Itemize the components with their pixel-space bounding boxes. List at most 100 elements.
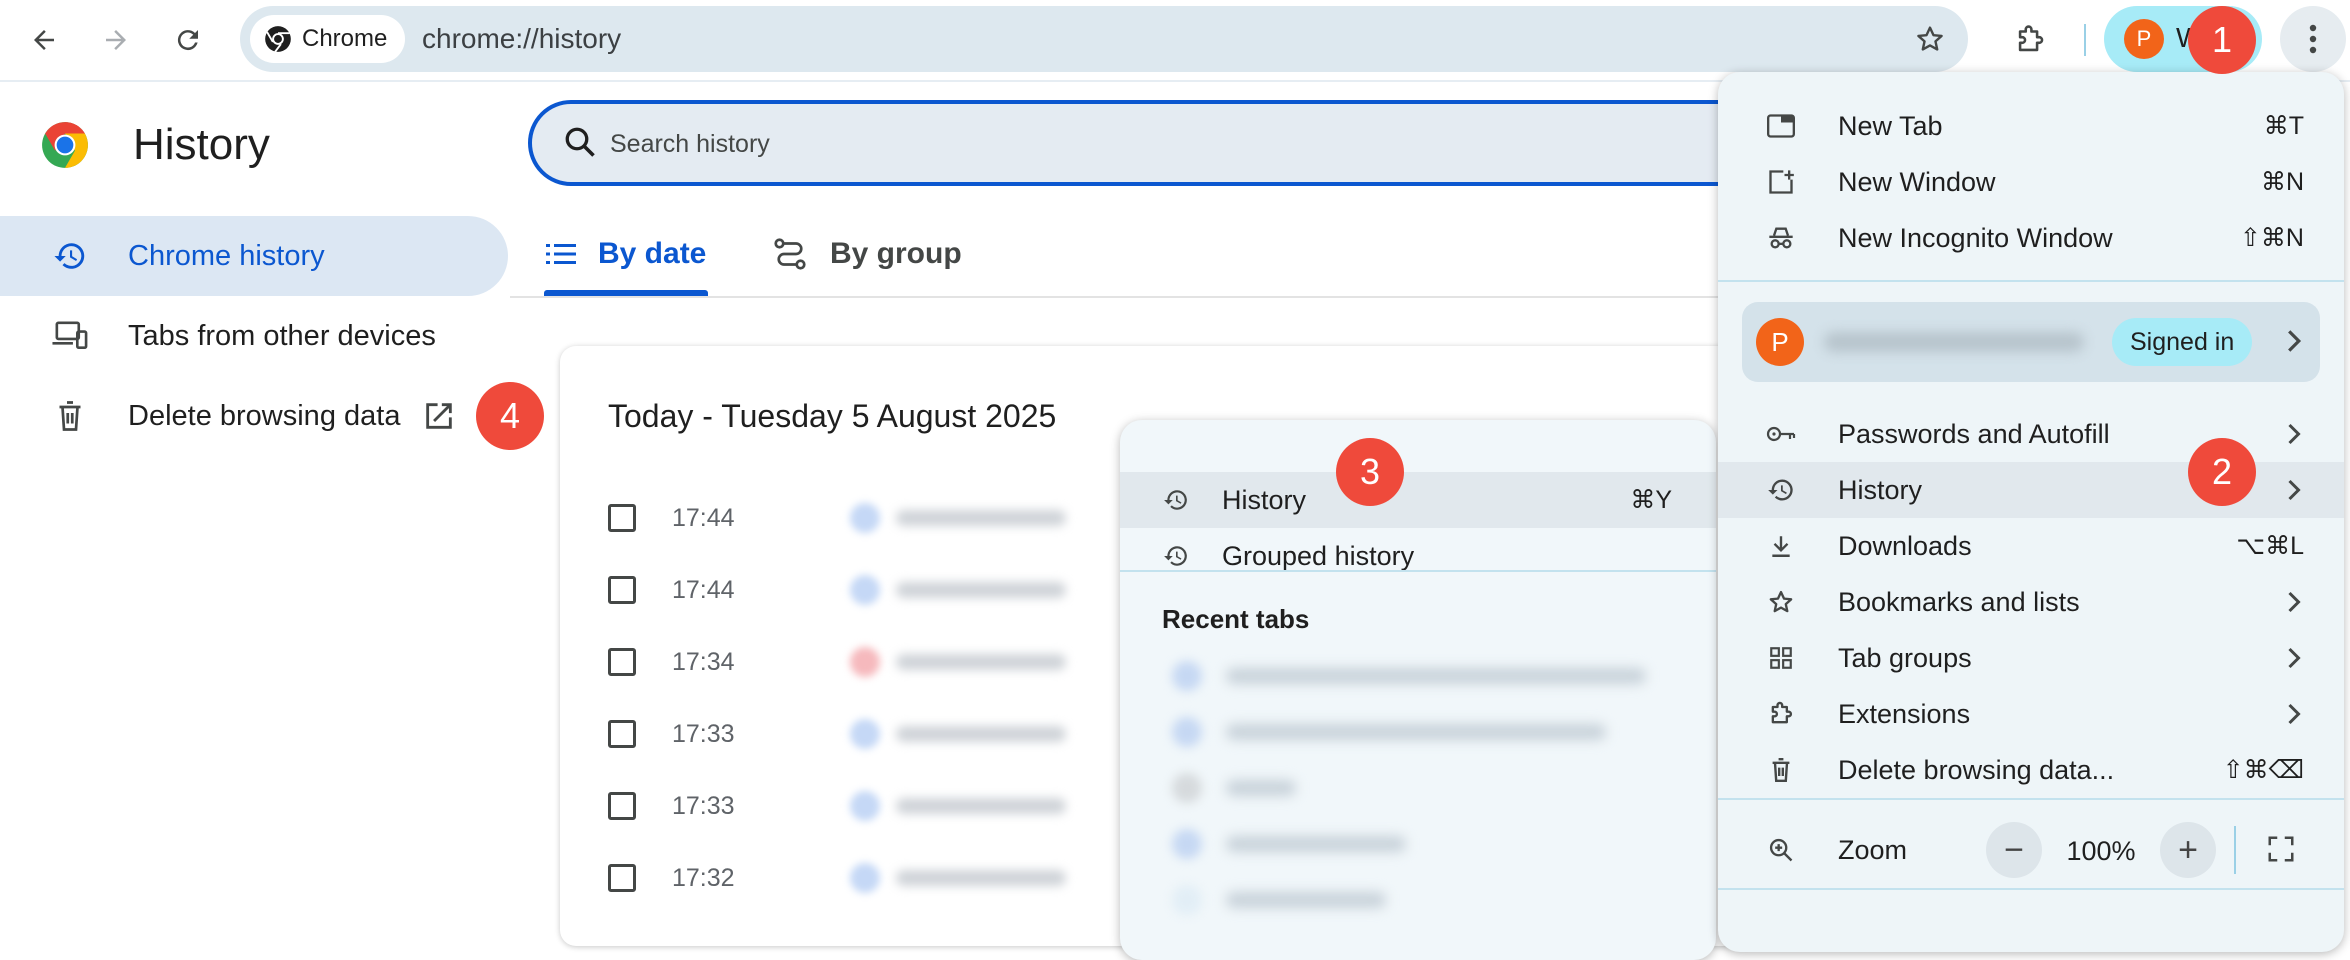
recent-tab-item[interactable] — [1172, 820, 1672, 868]
zoom-level: 100% — [2066, 836, 2136, 866]
chevron-right-icon — [2286, 590, 2302, 614]
menu-item-label: Downloads — [1838, 530, 1972, 561]
step-badge-4: 4 — [476, 382, 544, 450]
address-bar[interactable]: Chrome chrome://history — [240, 6, 1968, 72]
recent-tab-item[interactable] — [1172, 764, 1672, 812]
menu-item-tab-groups[interactable]: Tab groups — [1718, 630, 2344, 686]
recent-tabs-heading: Recent tabs — [1162, 604, 1310, 634]
url-text[interactable]: chrome://history — [422, 6, 621, 72]
toolbar-separator — [2084, 24, 2086, 56]
menu-item-label: New Window — [1838, 166, 1996, 197]
page-title-redacted — [896, 510, 1066, 526]
site-favicon — [850, 647, 880, 677]
menu-item-new-window[interactable]: New Window ⌘N — [1718, 154, 2344, 210]
menu-item-extensions[interactable]: Extensions — [1718, 686, 2344, 742]
profile-avatar: P — [2124, 19, 2164, 59]
reload-icon — [177, 30, 198, 51]
submenu-item-grouped-history[interactable]: Grouped history — [1120, 528, 1716, 584]
forward-button[interactable] — [90, 14, 142, 66]
submenu-item-history[interactable]: History ⌘Y — [1120, 472, 1716, 528]
search-input[interactable] — [608, 104, 1712, 184]
site-favicon — [850, 575, 880, 605]
menu-item-new-incognito-window[interactable]: New Incognito Window ⇧⌘N — [1718, 210, 2344, 266]
bookmark-star-button[interactable] — [1906, 15, 1954, 63]
recent-tab-item[interactable] — [1172, 708, 1672, 756]
submenu-item-label: History — [1222, 484, 1307, 515]
history-date-heading: Today - Tuesday 5 August 2025 — [608, 398, 1057, 434]
page-title: History — [133, 120, 270, 169]
zoom-label: Zoom — [1838, 834, 1908, 865]
trash-icon — [1764, 753, 1798, 787]
submenu-divider — [1120, 570, 1716, 572]
history-row[interactable]: 17:33 — [608, 770, 1066, 842]
zoom-out-button[interactable]: − — [1986, 822, 2042, 878]
menu-divider — [1718, 280, 2344, 282]
page-title-redacted — [896, 726, 1066, 742]
new-tab-icon — [1764, 109, 1798, 143]
page-title-redacted — [896, 654, 1066, 670]
extensions-button[interactable] — [2004, 14, 2056, 66]
puzzle-icon — [1764, 697, 1798, 731]
row-checkbox[interactable] — [608, 576, 636, 604]
shortcut-label: ⌘Y — [1630, 486, 1672, 514]
menu-divider — [1718, 798, 2344, 800]
site-favicon — [850, 863, 880, 893]
visit-time: 17:44 — [672, 503, 735, 532]
menu-item-label: New Incognito Window — [1838, 222, 2113, 253]
menu-item-label: New Tab — [1838, 110, 1943, 141]
list-icon — [546, 242, 576, 266]
menu-item-downloads[interactable]: Downloads ⌥⌘L — [1718, 518, 2344, 574]
search-box[interactable] — [528, 100, 1828, 186]
chrome-menu-button[interactable] — [2280, 6, 2346, 72]
back-arrow-icon — [34, 30, 54, 50]
sidebar-item-chrome-history[interactable]: Chrome history — [0, 216, 508, 296]
row-checkbox[interactable] — [608, 720, 636, 748]
history-row[interactable]: 17:44 — [608, 554, 1066, 626]
recent-tab-item[interactable] — [1172, 876, 1672, 924]
sidebar-item-label: Chrome history — [128, 239, 325, 272]
history-row[interactable]: 17:44 — [608, 482, 1066, 554]
history-row[interactable]: 17:33 — [608, 698, 1066, 770]
search-icon — [562, 124, 598, 160]
visit-time: 17:33 — [672, 791, 735, 820]
history-row[interactable]: 17:32 — [608, 842, 1066, 914]
menu-item-label: Delete browsing data... — [1838, 754, 2115, 785]
site-chip-label: Chrome — [302, 25, 388, 52]
zoom-in-button[interactable]: + — [2160, 822, 2216, 878]
history-icon — [48, 234, 92, 278]
site-chip[interactable]: Chrome — [250, 15, 406, 63]
row-checkbox[interactable] — [608, 648, 636, 676]
page-title-redacted — [896, 582, 1066, 598]
menu-profile-card[interactable]: P Signed in — [1742, 302, 2320, 382]
reload-button[interactable] — [162, 14, 214, 66]
devices-icon — [48, 314, 92, 358]
history-row[interactable]: 17:34 — [608, 626, 1066, 698]
menu-item-label: Extensions — [1838, 698, 1971, 729]
back-button[interactable] — [18, 14, 70, 66]
star-icon — [1917, 26, 1943, 51]
page-title-redacted — [896, 798, 1066, 814]
recent-tab-item[interactable] — [1172, 652, 1672, 700]
chrome-logo-icon — [265, 26, 291, 53]
tab-by-group[interactable]: By group — [772, 214, 962, 294]
open-external-icon — [422, 399, 456, 433]
submenu-item-label: Grouped history — [1222, 540, 1415, 571]
menu-item-bookmarks-and-lists[interactable]: Bookmarks and lists — [1718, 574, 2344, 630]
row-checkbox[interactable] — [608, 504, 636, 532]
tab-by-date[interactable]: By date — [546, 214, 706, 294]
zoom-icon — [1764, 833, 1798, 867]
row-checkbox[interactable] — [608, 864, 636, 892]
menu-item-label: Passwords and Autofill — [1838, 418, 2110, 449]
fullscreen-button[interactable] — [2266, 834, 2296, 864]
sidebar-item-delete-browsing-data[interactable]: Delete browsing data — [0, 376, 508, 456]
new-window-icon — [1764, 165, 1798, 199]
chrome-color-logo-icon — [42, 122, 88, 168]
menu-item-new-tab[interactable]: New Tab ⌘T — [1718, 98, 2344, 154]
sidebar-item-tabs-from-other-devices[interactable]: Tabs from other devices — [0, 296, 508, 376]
menu-item-zoom: Zoom − 100% + — [1718, 814, 2344, 886]
menu-item-delete-browsing-data[interactable]: Delete browsing data... ⇧⌘⌫ — [1718, 742, 2344, 798]
chevron-right-icon — [2286, 422, 2302, 446]
menu-item-label: Bookmarks and lists — [1838, 586, 2080, 617]
row-checkbox[interactable] — [608, 792, 636, 820]
sidebar-item-label: Delete browsing data — [128, 399, 401, 432]
